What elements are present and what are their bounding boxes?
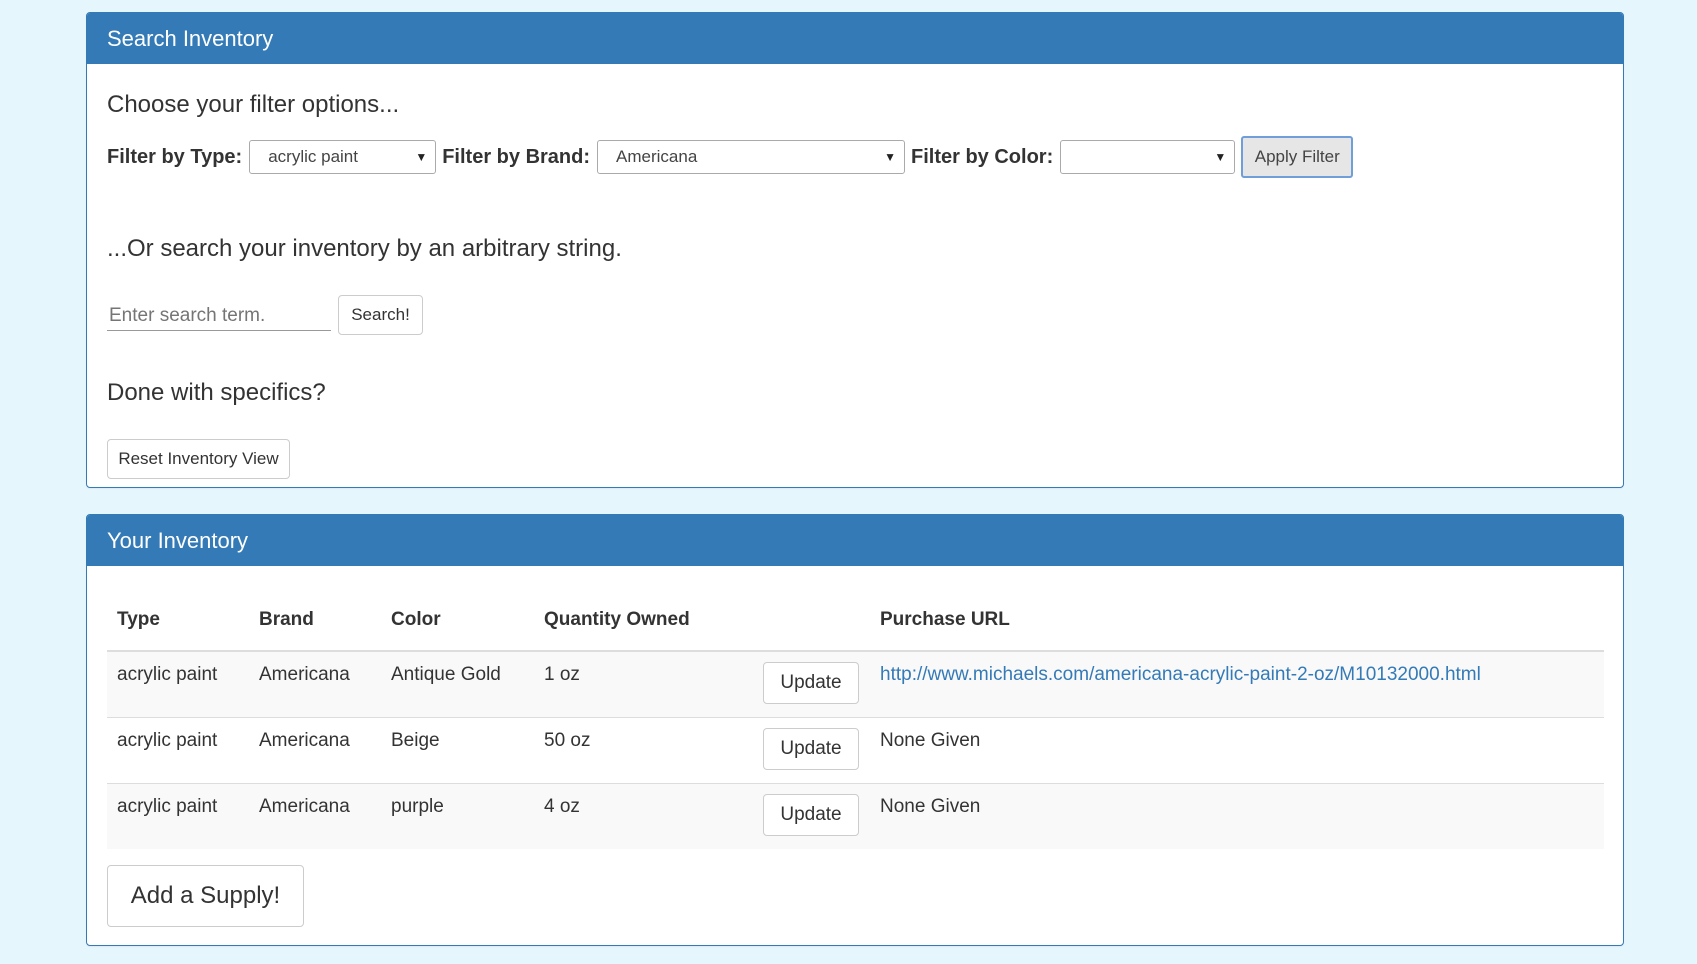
cell-quantity: 50 oz [534, 716, 753, 783]
cell-action: Update [753, 782, 870, 849]
add-supply-button[interactable]: Add a Supply! [107, 865, 304, 927]
inventory-table: Type Brand Color Quantity Owned Purchase… [107, 590, 1604, 849]
cell-quantity: 4 oz [534, 782, 753, 849]
filter-heading: Choose your filter options... [107, 91, 400, 118]
search-inventory-panel: Search Inventory Choose your filter opti… [86, 12, 1624, 488]
cell-action: Update [753, 650, 870, 717]
cell-color: Beige [381, 716, 534, 783]
update-button[interactable]: Update [763, 662, 859, 704]
caret-down-icon: ▼ [415, 150, 428, 164]
cell-brand: Americana [249, 782, 381, 849]
purchase-url-link[interactable]: http://www.michaels.com/americana-acryli… [880, 664, 1481, 685]
filter-brand-label: Filter by Brand: [442, 145, 591, 168]
column-header-action [753, 590, 870, 652]
search-heading: ...Or search your inventory by an arbitr… [107, 235, 622, 262]
cell-type: acrylic paint [107, 782, 249, 849]
cell-color: purple [381, 782, 534, 849]
filter-row: Filter by Type: acrylic paint ▼ Filter b… [107, 136, 1354, 178]
your-inventory-panel: Your Inventory Type Brand Color Quantity… [86, 514, 1624, 946]
column-header-color: Color [381, 590, 534, 652]
cell-action: Update [753, 716, 870, 783]
update-button[interactable]: Update [763, 727, 859, 770]
type-select-value: acrylic paint [268, 147, 358, 166]
cell-brand: Americana [249, 650, 381, 717]
apply-filter-button[interactable]: Apply Filter [1241, 136, 1354, 178]
brand-select-value: Americana [616, 147, 698, 166]
search-input[interactable] [107, 301, 331, 331]
cell-type: acrylic paint [107, 716, 249, 783]
column-header-quantity: Quantity Owned [534, 590, 753, 652]
caret-down-icon: ▼ [1214, 150, 1227, 164]
cell-color: Antique Gold [381, 650, 534, 717]
cell-brand: Americana [249, 716, 381, 783]
update-button[interactable]: Update [763, 793, 859, 836]
brand-select[interactable]: Americana ▼ [597, 140, 906, 174]
reset-heading: Done with specifics? [107, 379, 326, 406]
cell-quantity: 1 oz [534, 650, 753, 717]
color-select[interactable]: ▼ [1060, 140, 1236, 174]
cell-purchase-url: http://www.michaels.com/americana-acryli… [870, 650, 1604, 717]
filter-color-label: Filter by Color: [911, 145, 1054, 168]
column-header-brand: Brand [249, 590, 381, 652]
cell-purchase-url: None Given [870, 782, 1604, 849]
cell-type: acrylic paint [107, 650, 249, 717]
page: Search Inventory Choose your filter opti… [0, 0, 1697, 964]
table-row: acrylic paint Americana Beige 50 oz Upda… [107, 716, 1604, 783]
column-header-purchase-url: Purchase URL [870, 590, 1604, 652]
table-row: acrylic paint Americana purple 4 oz Upda… [107, 782, 1604, 849]
filter-type-label: Filter by Type: [107, 145, 243, 168]
type-select[interactable]: acrylic paint ▼ [249, 140, 437, 174]
inventory-panel-title: Your Inventory [87, 515, 1623, 566]
search-panel-title: Search Inventory [87, 13, 1623, 64]
table-header-row: Type Brand Color Quantity Owned Purchase… [107, 590, 1604, 652]
reset-inventory-view-button[interactable]: Reset Inventory View [107, 439, 290, 479]
table-row: acrylic paint Americana Antique Gold 1 o… [107, 650, 1604, 717]
cell-purchase-url: None Given [870, 716, 1604, 783]
caret-down-icon: ▼ [884, 150, 897, 164]
column-header-type: Type [107, 590, 249, 652]
search-button[interactable]: Search! [338, 295, 423, 335]
